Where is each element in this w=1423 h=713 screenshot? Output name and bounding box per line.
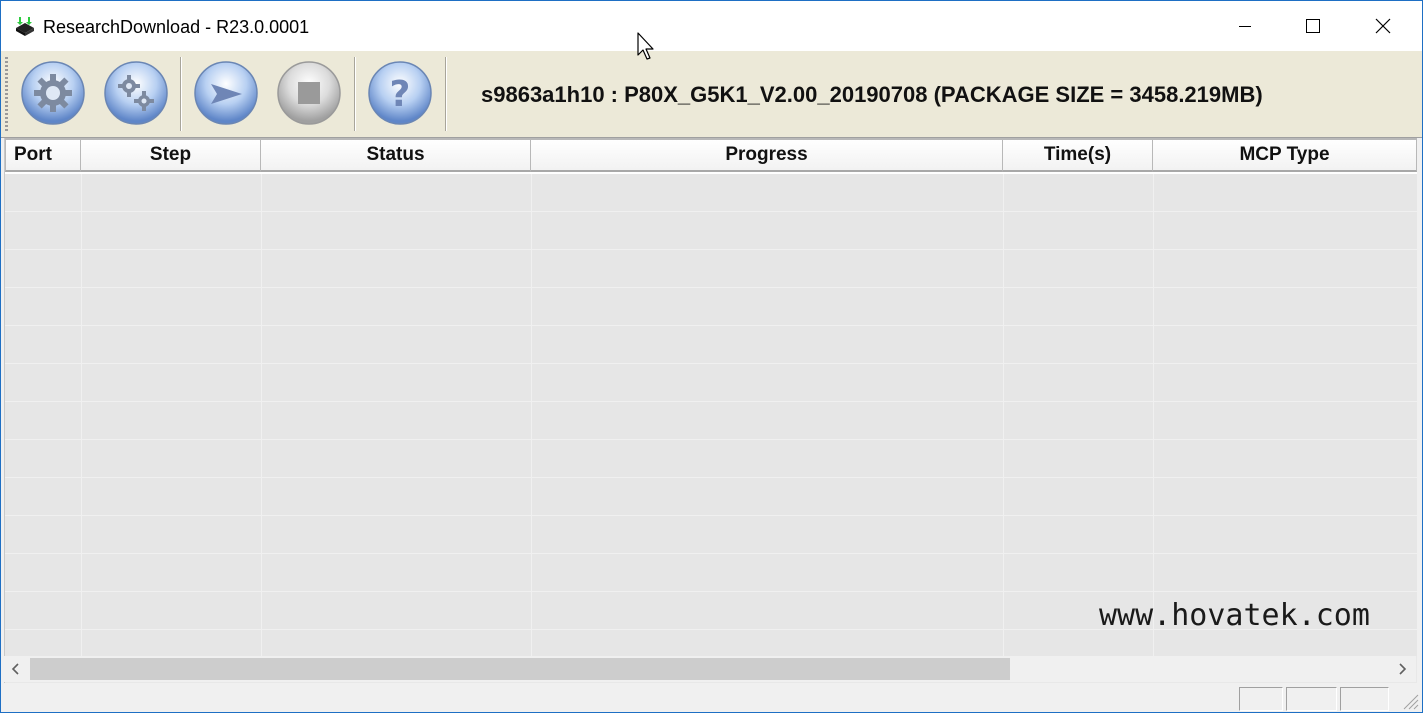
title-bar: ResearchDownload - R23.0.0001 (1, 1, 1422, 51)
settings-button[interactable] (102, 59, 170, 127)
app-icon (14, 16, 36, 38)
column-header-progress[interactable]: Progress (530, 138, 1003, 172)
stop-download-button[interactable] (275, 59, 343, 127)
grid-line (261, 174, 262, 656)
status-pane (1340, 687, 1389, 711)
app-window: ResearchDownload - R23.0.0001 ? s9863a1h… (0, 0, 1423, 713)
toolbar: ? s9863a1h10 : P80X_G5K1_V2.00_20190708 … (1, 51, 1422, 138)
column-header-status[interactable]: Status (260, 138, 531, 172)
maximize-button[interactable] (1278, 1, 1348, 51)
grid-line (531, 174, 532, 656)
list-body (5, 174, 1417, 656)
stop-icon (277, 61, 341, 125)
grid-line (1003, 174, 1004, 656)
chevron-left-icon (11, 663, 19, 675)
status-pane (1286, 687, 1337, 711)
minimize-icon (1239, 26, 1251, 27)
scroll-right-button[interactable] (1390, 656, 1414, 682)
toolbar-separator (354, 57, 356, 131)
scroll-left-button[interactable] (4, 656, 28, 682)
load-packet-button[interactable] (19, 59, 87, 127)
grid-line (1153, 174, 1154, 656)
horizontal-scrollbar[interactable] (4, 656, 1416, 682)
package-info: s9863a1h10 : P80X_G5K1_V2.00_20190708 (P… (481, 82, 1263, 107)
column-header-time[interactable]: Time(s) (1002, 138, 1153, 172)
close-button[interactable] (1348, 1, 1418, 51)
list-header: Port Step Status Progress Time(s) MCP Ty… (5, 138, 1417, 174)
watermark-text: www.hovatek.com (1099, 598, 1370, 633)
column-header-step[interactable]: Step (80, 138, 261, 172)
start-download-button[interactable] (192, 59, 260, 127)
gear-icon (21, 61, 85, 125)
status-pane (1239, 687, 1283, 711)
play-arrow-icon (194, 61, 258, 125)
mouse-cursor-icon (637, 32, 654, 60)
close-icon (1375, 18, 1391, 34)
minimize-button[interactable] (1210, 1, 1280, 51)
maximize-icon (1306, 19, 1320, 33)
gears-icon (104, 61, 168, 125)
svg-text:?: ? (390, 74, 411, 115)
help-button[interactable]: ? (366, 59, 434, 127)
toolbar-separator (180, 57, 182, 131)
grid-line (81, 174, 82, 656)
column-header-port[interactable]: Port (5, 138, 81, 172)
column-header-mcp-type[interactable]: MCP Type (1152, 138, 1417, 172)
toolbar-separator (445, 57, 447, 131)
resize-grip-icon[interactable] (1401, 692, 1419, 710)
toolbar-grip[interactable] (5, 57, 8, 131)
scroll-thumb[interactable] (30, 658, 1010, 680)
status-bar (1, 684, 1422, 712)
window-title: ResearchDownload - R23.0.0001 (43, 17, 310, 37)
chevron-right-icon (1399, 663, 1407, 675)
question-icon: ? (368, 61, 432, 125)
